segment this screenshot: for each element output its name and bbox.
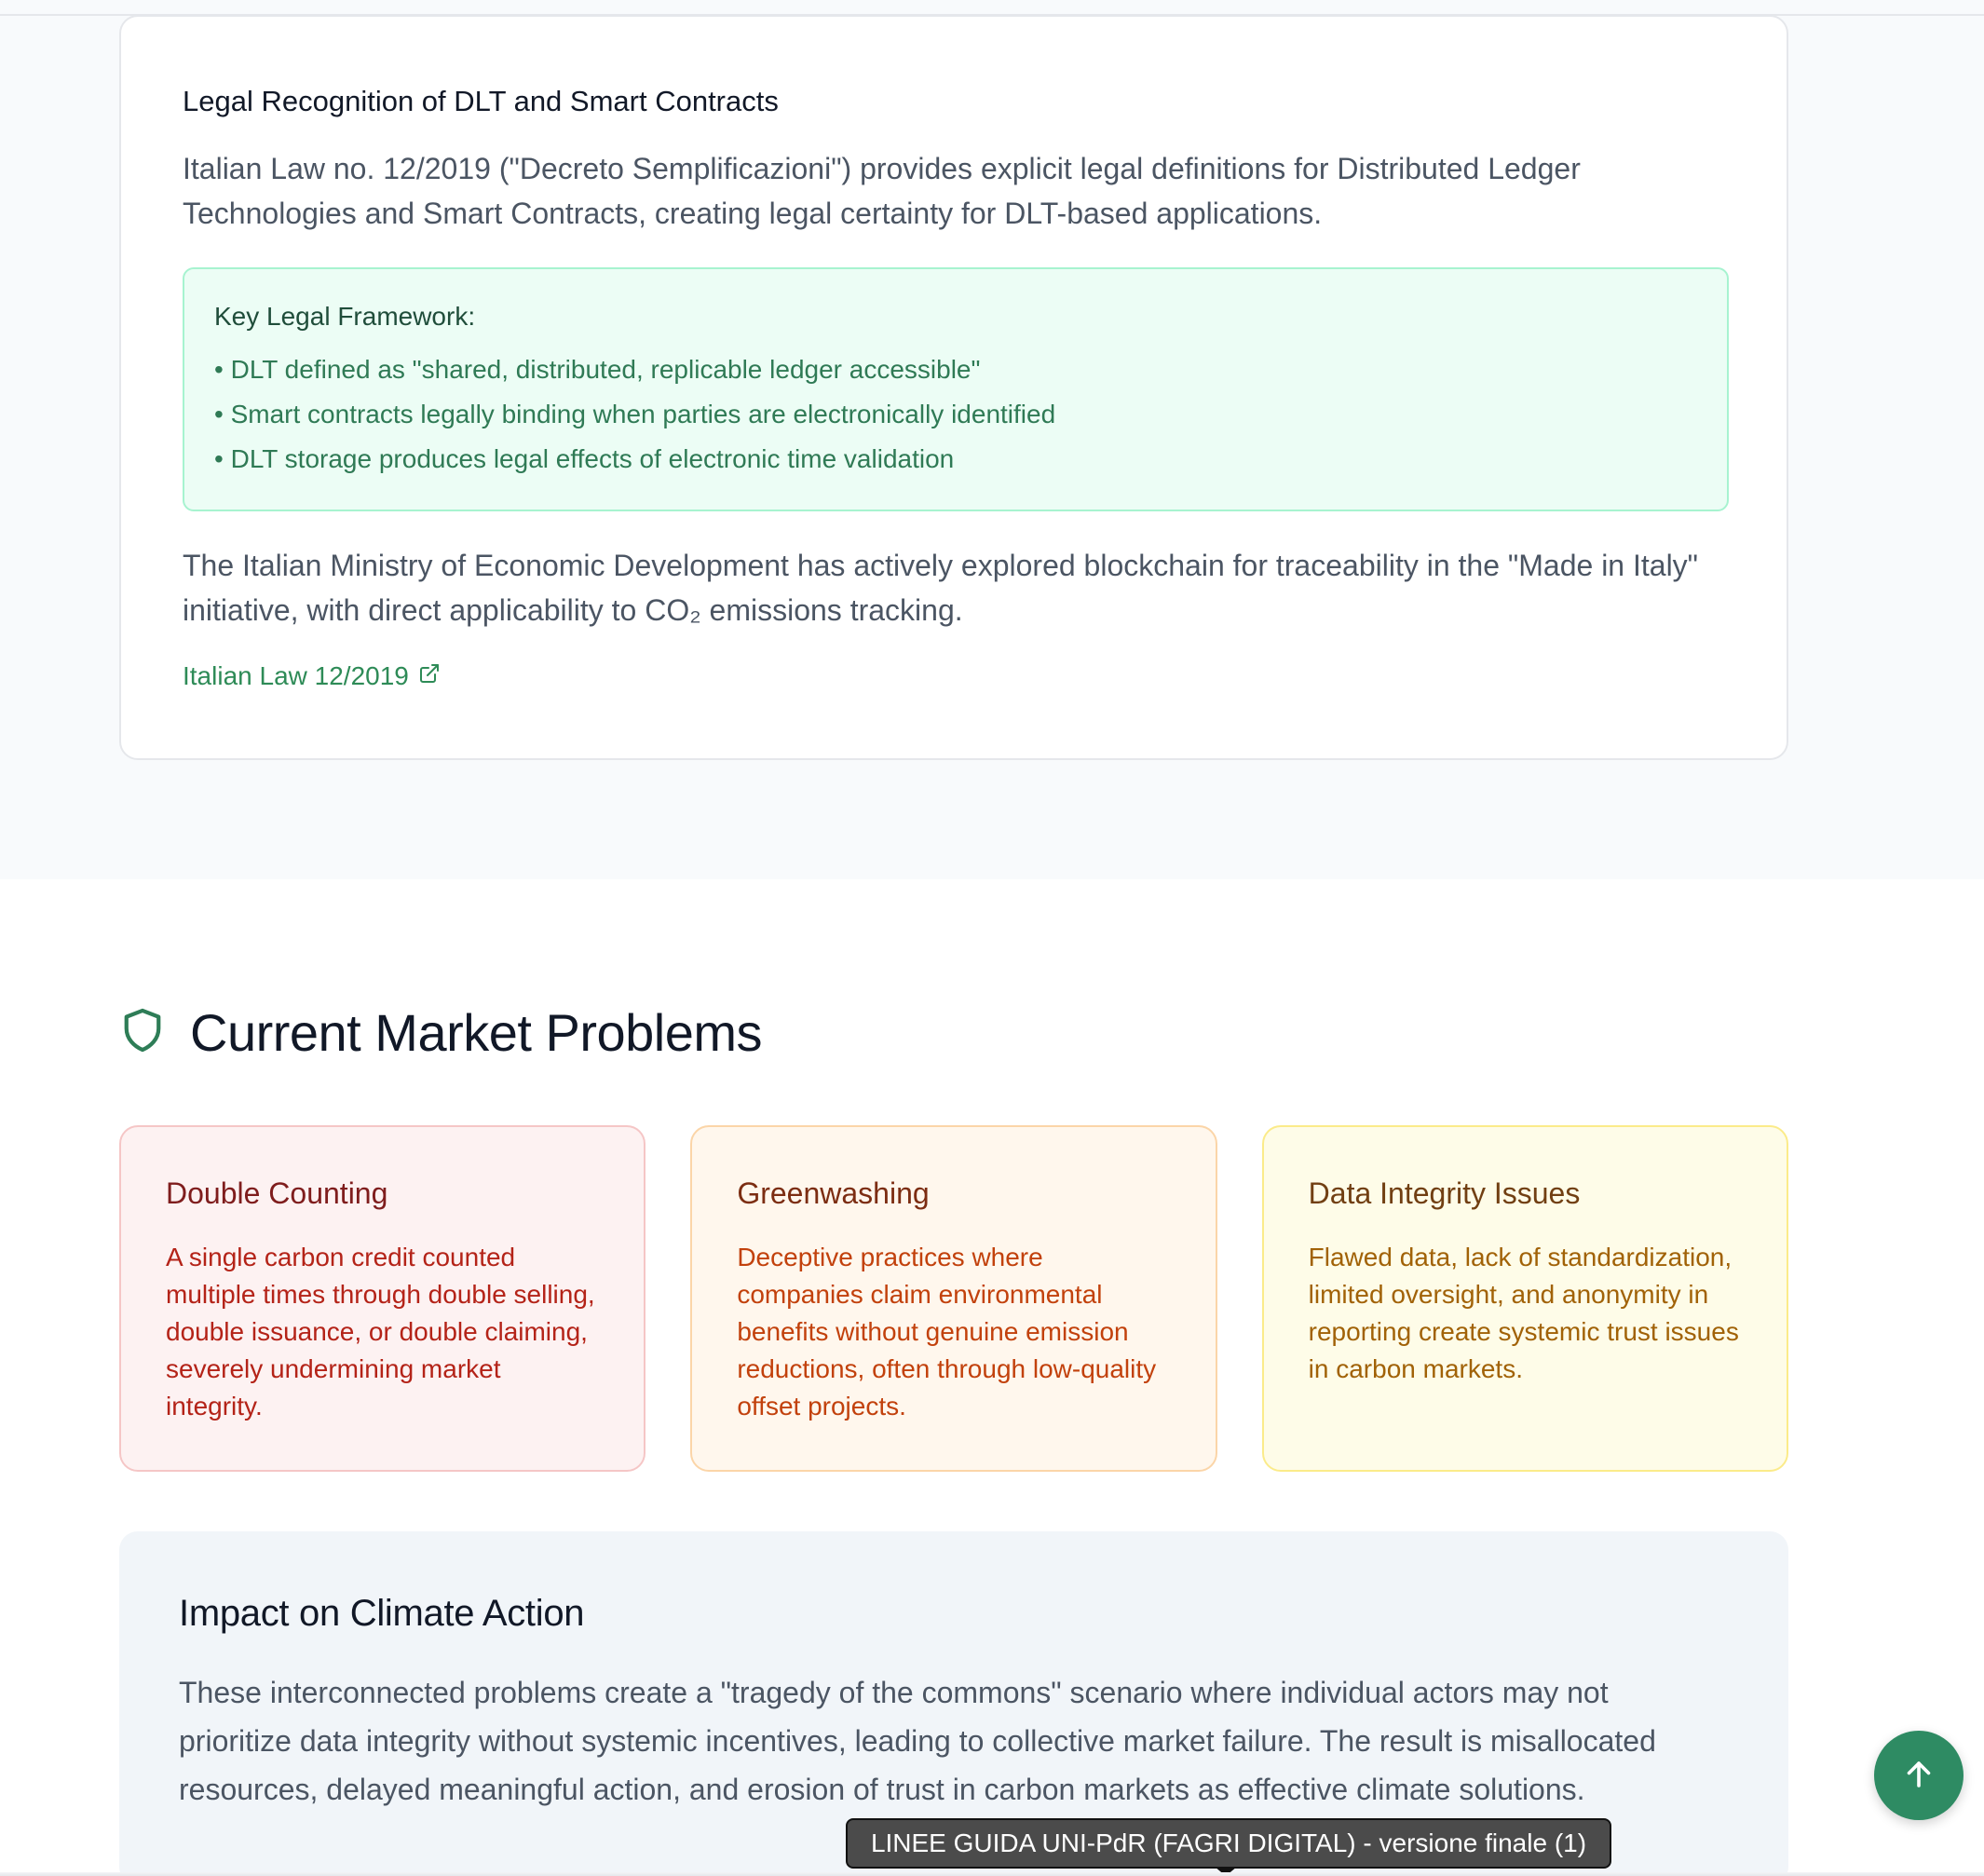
- arrow-up-icon: [1902, 1758, 1936, 1794]
- problem-cards: Double Counting A single carbon credit c…: [119, 1125, 1788, 1472]
- external-link-icon: [418, 660, 441, 692]
- impact-text: These interconnected problems create a "…: [179, 1676, 1656, 1806]
- framework-list: DLT defined as "shared, distributed, rep…: [214, 347, 1697, 482]
- shield-icon: [121, 1006, 164, 1059]
- problem-card-text: Flawed data, lack of standardization, li…: [1308, 1243, 1739, 1384]
- legal-intro-text: Italian Law no. 12/2019 ("Decreto Sempli…: [183, 152, 1581, 231]
- problem-card-greenwashing: Greenwashing Deceptive practices where c…: [690, 1125, 1217, 1472]
- scroll-to-top-button[interactable]: [1874, 1731, 1964, 1820]
- italian-law-link-label: Italian Law 12/2019: [183, 660, 409, 690]
- impact-title: Impact on Climate Action: [179, 1593, 585, 1634]
- problem-card-double-counting: Double Counting A single carbon credit c…: [119, 1125, 646, 1472]
- italian-law-link[interactable]: Italian Law 12/2019: [183, 660, 441, 692]
- bottom-edge: [0, 1872, 1984, 1876]
- framework-item: Smart contracts legally binding when par…: [214, 392, 1697, 437]
- problem-card-title: Data Integrity Issues: [1308, 1176, 1581, 1210]
- problem-card-text: Deceptive practices where companies clai…: [737, 1243, 1157, 1421]
- framework-item: DLT defined as "shared, distributed, rep…: [214, 347, 1697, 392]
- section-title: Current Market Problems: [190, 1003, 763, 1062]
- market-problems-header: Current Market Problems: [121, 1002, 763, 1063]
- problem-card-text: A single carbon credit counted multiple …: [166, 1243, 595, 1421]
- ministry-text: The Italian Ministry of Economic Develop…: [183, 548, 1699, 627]
- legal-card-title: Legal Recognition of DLT and Smart Contr…: [183, 85, 779, 117]
- problem-card-title: Greenwashing: [737, 1176, 930, 1210]
- problem-card-data-integrity: Data Integrity Issues Flawed data, lack …: [1261, 1125, 1788, 1472]
- legal-recognition-card: Legal Recognition of DLT and Smart Contr…: [119, 15, 1788, 760]
- tab-tooltip: LINEE GUIDA UNI-PdR (FAGRI DIGITAL) - ve…: [846, 1818, 1611, 1869]
- problem-card-title: Double Counting: [166, 1176, 388, 1210]
- framework-title: Key Legal Framework:: [214, 302, 476, 332]
- key-legal-framework-box: Key Legal Framework: DLT defined as "sha…: [183, 267, 1729, 511]
- framework-item: DLT storage produces legal effects of el…: [214, 437, 1697, 482]
